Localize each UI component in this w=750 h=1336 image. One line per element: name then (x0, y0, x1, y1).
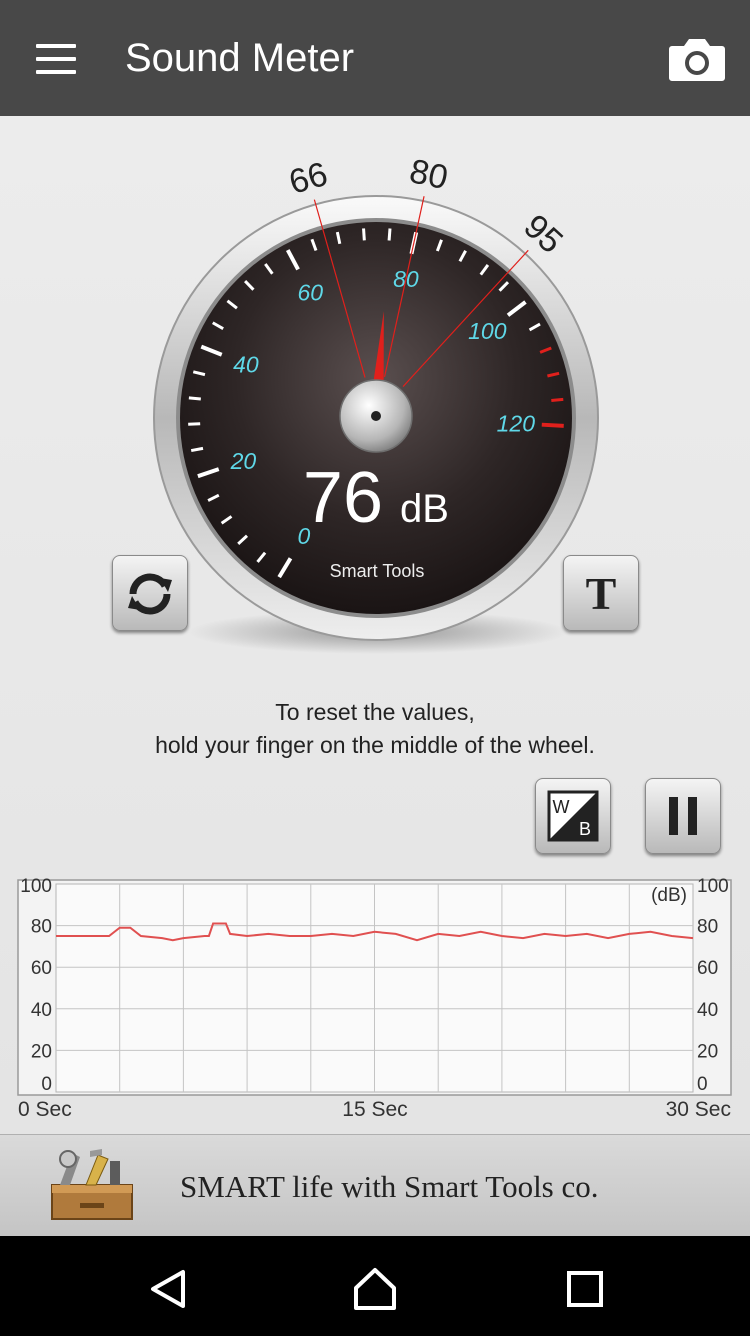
chart-x-tick-label: 30 Sec (666, 1098, 731, 1121)
gauge-scale-label: 120 (497, 410, 536, 436)
hamburger-menu-icon[interactable] (36, 42, 78, 76)
gauge-scale-label: 20 (230, 448, 257, 474)
svg-text:T: T (586, 568, 617, 619)
chart-y-tick-label-left: 0 (41, 1074, 52, 1095)
svg-text:W: W (553, 797, 570, 817)
wb-contrast-icon: W B (547, 790, 599, 842)
camera-icon[interactable] (668, 36, 726, 82)
gauge-unit: dB (400, 487, 449, 531)
reset-button[interactable] (112, 555, 188, 631)
system-nav-bar (0, 1236, 750, 1336)
gauge-scale-label: 40 (233, 351, 259, 377)
gauge-scale-label: 60 (297, 279, 323, 305)
chart-y-tick-label-left: 60 (31, 958, 52, 979)
chart-y-tick-label-right: 0 (697, 1074, 708, 1095)
gauge-marker-label: 80 (406, 158, 451, 197)
chart-grid (55, 883, 694, 1093)
chart-y-tick-label-right: 20 (697, 1041, 718, 1062)
gauge-tick (551, 397, 564, 402)
gauge-tick (188, 422, 201, 426)
decibel-history-chart: 100 100 80 80 60 60 40 40 20 20 0 0 0 Sec 15 Sec 30 S… (0, 870, 750, 1130)
reset-hint: To reset the values, hold your finger on… (0, 696, 750, 762)
home-icon[interactable] (350, 1264, 400, 1314)
chart-x-tick-label: 15 Sec (342, 1098, 407, 1121)
pause-icon (669, 797, 697, 835)
chart-y-tick-label-left: 20 (31, 1041, 52, 1062)
gauge-scale-label: 100 (468, 318, 507, 344)
gauge-brand: Smart Tools (330, 561, 425, 581)
text-mode-button[interactable]: T (563, 555, 639, 631)
toolbox-logo-icon (51, 1149, 133, 1220)
back-triangle-icon[interactable] (145, 1264, 195, 1314)
svg-text:B: B (579, 819, 591, 839)
chart-y-tick-label-right: 60 (697, 958, 718, 979)
ad-text: SMART life with Smart Tools co. (180, 1169, 599, 1204)
chart-y-tick-label-left: 100 (20, 876, 52, 897)
chart-unit-label: (dB) (651, 885, 687, 906)
chart-y-tick-label-left: 80 (31, 917, 52, 938)
chart-y-tick-label-right: 100 (697, 876, 729, 897)
reset-hint-line2: hold your finger on the middle of the wh… (155, 732, 595, 758)
chart-y-tick-label-right: 80 (697, 917, 718, 938)
app-title: Sound Meter (125, 36, 355, 80)
white-black-toggle-button[interactable]: W B (535, 778, 611, 854)
gauge-tick (387, 228, 392, 241)
recents-square-icon[interactable] (560, 1264, 610, 1314)
chart-x-tick-label: 0 Sec (18, 1098, 72, 1121)
chart-y-tick-label-left: 40 (31, 1000, 52, 1021)
chart-y-tick-label-right: 40 (697, 1000, 718, 1021)
pause-button[interactable] (645, 778, 721, 854)
text-t-icon: T (586, 568, 617, 619)
gauge-value: 76 (303, 458, 383, 538)
gauge-hub-center (371, 411, 381, 421)
gauge-marker-label: 66 (285, 158, 332, 202)
refresh-icon (128, 573, 172, 615)
app-bar: Sound Meter (0, 0, 750, 116)
ad-banner[interactable]: SMART life with Smart Tools co. (0, 1134, 750, 1237)
gauge-tick (362, 228, 366, 241)
gauge-tick (541, 422, 564, 428)
reset-hint-line1: To reset the values, (275, 699, 475, 725)
sound-level-gauge[interactable]: 020406080100120 668095 76 dB Smart Tools (150, 152, 610, 658)
gauge-tick (188, 396, 201, 401)
chart-x-axis-labels: 0 Sec 15 Sec 30 Sec (18, 1098, 731, 1121)
